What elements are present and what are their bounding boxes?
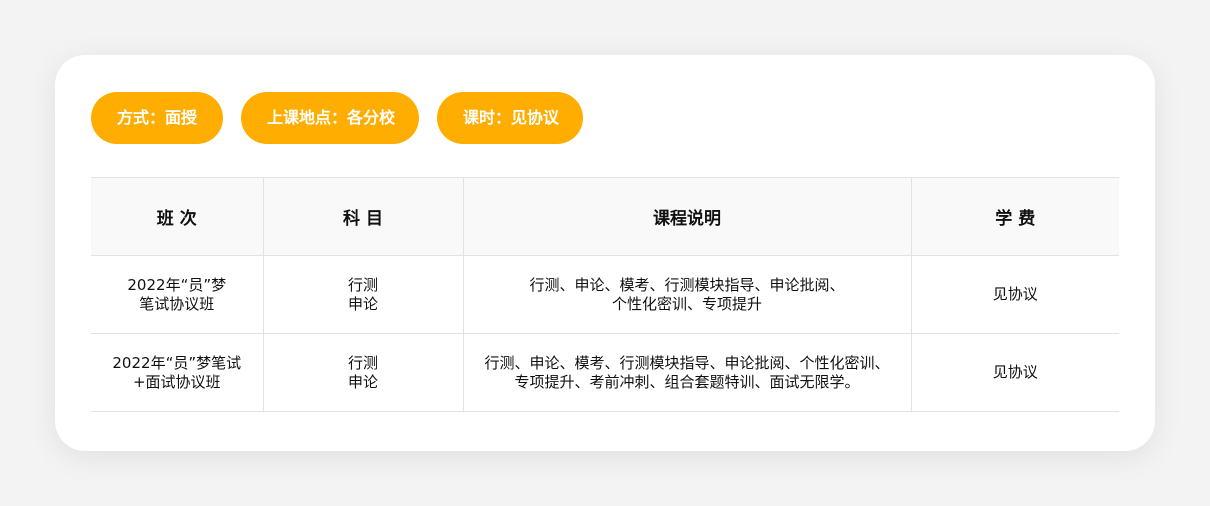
class-name-line: 2022年“员”梦 bbox=[127, 275, 227, 294]
table-row: 2022年“员”梦 笔试协议班 行测 申论 行测、申论、模考、行测模块指导、申论… bbox=[91, 255, 1119, 334]
description-line: 行测、申论、模考、行测模块指导、申论批阅、 bbox=[529, 275, 845, 294]
cell-class-name: 2022年“员”梦 笔试协议班 bbox=[91, 255, 264, 334]
class-name-line: 笔试协议班 bbox=[139, 294, 215, 313]
subject-item: 行测 bbox=[347, 353, 378, 372]
subject-item: 行测 bbox=[347, 275, 378, 294]
description-line: 专项提升、考前冲刺、组合套题特训、面试无限学。 bbox=[514, 372, 860, 391]
header-fee: 学 费 bbox=[910, 177, 1119, 256]
class-name-line: +面试协议班 bbox=[132, 372, 221, 391]
tag-method: 方式：面授 bbox=[91, 92, 223, 144]
cell-class-name: 2022年“员”梦笔试 +面试协议班 bbox=[91, 333, 264, 412]
cell-description: 行测、申论、模考、行测模块指导、申论批阅、个性化密训、 专项提升、考前冲刺、组合… bbox=[462, 333, 912, 412]
table-header-row: 班 次 科 目 课程说明 学 费 bbox=[91, 177, 1119, 256]
description-line: 行测、申论、模考、行测模块指导、申论批阅、个性化密训、 bbox=[484, 353, 890, 372]
cell-description: 行测、申论、模考、行测模块指导、申论批阅、 个性化密训、专项提升 bbox=[462, 255, 912, 334]
table-row: 2022年“员”梦笔试 +面试协议班 行测 申论 行测、申论、模考、行测模块指导… bbox=[91, 333, 1119, 412]
cell-subjects: 行测 申论 bbox=[262, 333, 464, 412]
description-line: 个性化密训、专项提升 bbox=[611, 294, 762, 313]
course-table: 班 次 科 目 课程说明 学 费 2022年“员”梦 笔试协议班 行测 申论 行… bbox=[91, 177, 1119, 412]
header-class: 班 次 bbox=[91, 177, 264, 256]
cell-fee: 见协议 bbox=[910, 333, 1119, 412]
cell-fee: 见协议 bbox=[910, 255, 1119, 334]
header-subject: 科 目 bbox=[262, 177, 464, 256]
course-info-card: 方式：面授 上课地点：各分校 课时：见协议 班 次 科 目 课程说明 学 费 2… bbox=[55, 55, 1155, 451]
subject-item: 申论 bbox=[347, 372, 378, 391]
header-description: 课程说明 bbox=[462, 177, 912, 256]
class-name-line: 2022年“员”梦笔试 bbox=[112, 353, 242, 372]
tag-hours: 课时：见协议 bbox=[437, 92, 583, 144]
cell-subjects: 行测 申论 bbox=[262, 255, 464, 334]
tag-list: 方式：面授 上课地点：各分校 课时：见协议 bbox=[91, 92, 583, 144]
subject-item: 申论 bbox=[347, 294, 378, 313]
tag-location: 上课地点：各分校 bbox=[241, 92, 419, 144]
